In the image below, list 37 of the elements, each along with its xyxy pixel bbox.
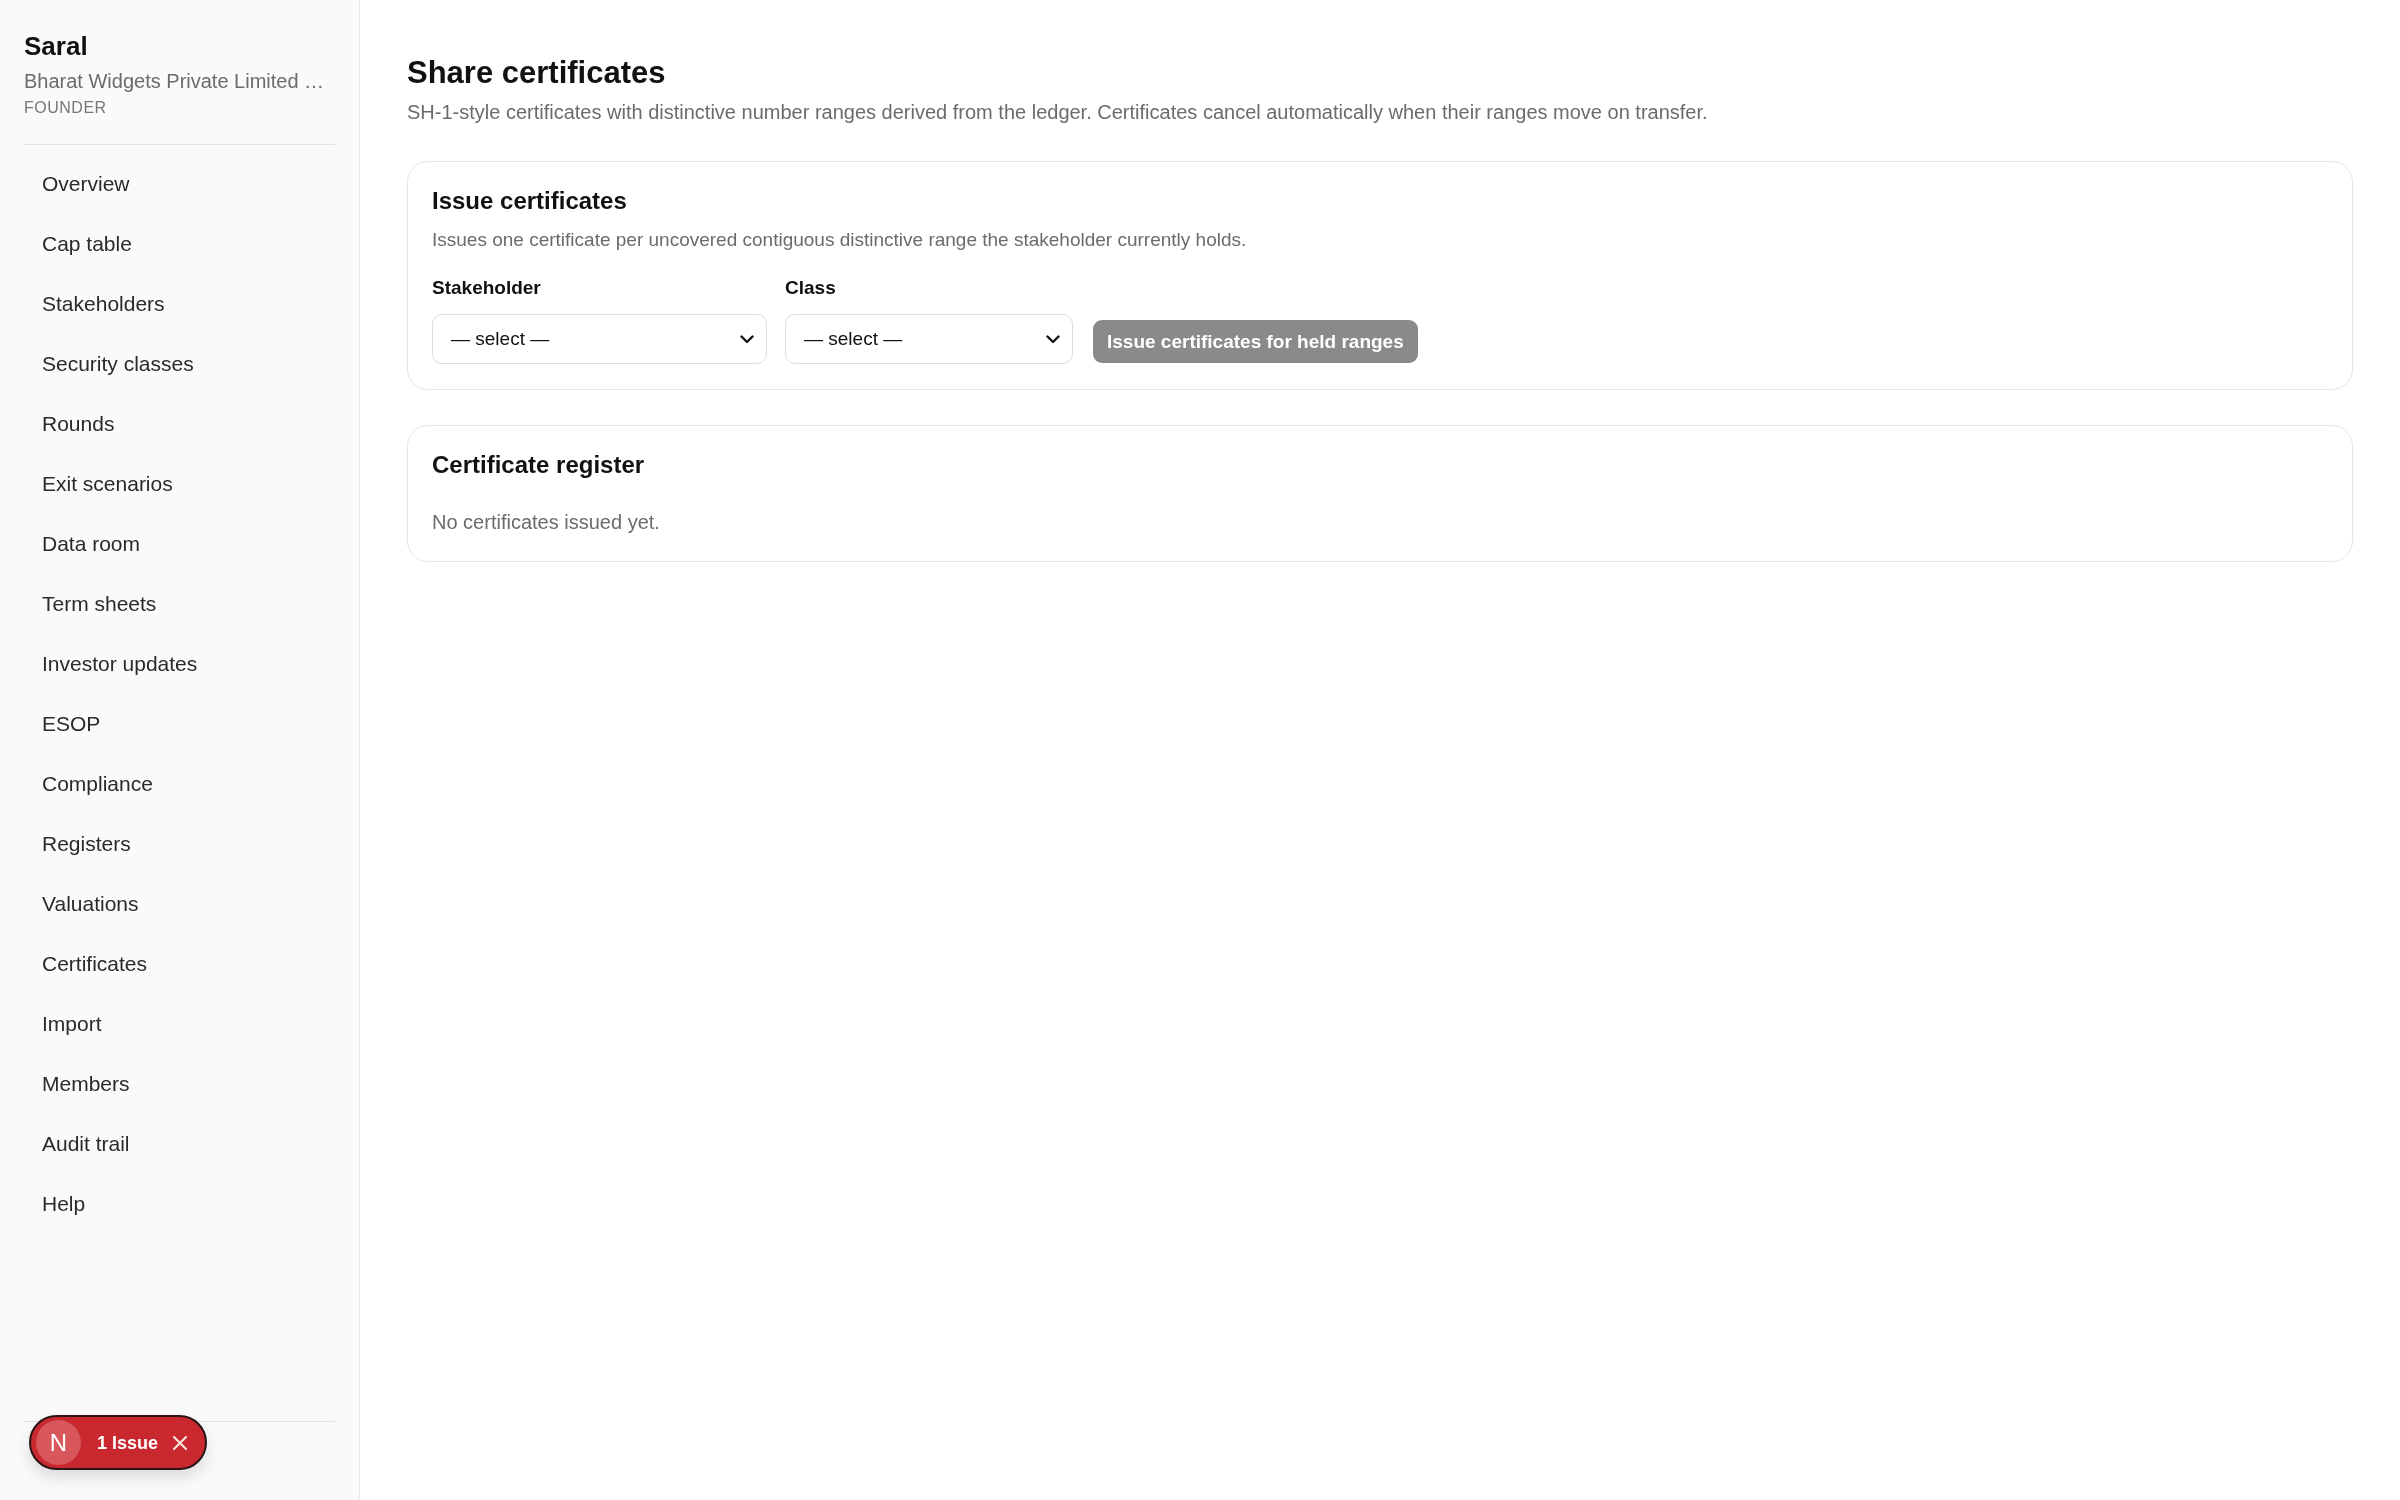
nav-item[interactable]: Exit scenarios: [42, 469, 173, 499]
nav-item[interactable]: ESOP: [42, 709, 101, 739]
nav-item[interactable]: Stakeholders: [42, 289, 165, 319]
nav-item[interactable]: Compliance: [42, 769, 153, 799]
app-name: Saral: [24, 30, 88, 62]
chevron-icon: [740, 334, 754, 344]
select-dropdown[interactable]: — select —: [432, 314, 767, 364]
page-subtitle: SH-1-style certificates with distinctive number ranges derived from the ledger. Certificates cancel automatically when their ranges move on transfer.: [407, 100, 1709, 125]
nav-item[interactable]: Registers: [42, 829, 131, 859]
close-button[interactable]: [173, 1435, 188, 1450]
user-role: FOUNDER: [24, 98, 107, 118]
nav-item[interactable]: Help: [42, 1189, 86, 1219]
page-title: Share certificates: [407, 54, 667, 92]
nav-item[interactable]: Members: [42, 1069, 130, 1099]
empty-message: No certificates issued yet.: [432, 510, 660, 535]
card-title: Certificate register: [432, 450, 645, 480]
nav-item[interactable]: Cap table: [42, 229, 132, 259]
select-dropdown[interactable]: — select —: [785, 314, 1073, 364]
field-label: Class: [785, 276, 836, 300]
chevron-icon: [1046, 334, 1060, 344]
field-label: Stakeholder: [432, 276, 541, 300]
logo-mark: N: [36, 1420, 81, 1465]
nav-item[interactable]: Import: [42, 1009, 102, 1039]
nav-item[interactable]: Certificates: [42, 949, 148, 979]
nav-item[interactable]: Overview: [42, 169, 130, 199]
issues-button[interactable]: 1 Issue: [97, 1431, 159, 1454]
nav-item[interactable]: Security classes: [42, 349, 194, 379]
card-description: Issues one certificate per uncovered contiguous distinctive range the stakeholder currently holds.: [432, 228, 1247, 252]
company-name: Bharat Widgets Private Limited …: [24, 69, 325, 94]
nav-item[interactable]: Investor updates: [42, 649, 198, 679]
nav-item[interactable]: Valuations: [42, 889, 139, 919]
nav-item[interactable]: Audit trail: [42, 1129, 130, 1159]
close-icon: [173, 1435, 188, 1450]
nav-item[interactable]: Data room: [42, 529, 141, 559]
nav-item[interactable]: Rounds: [42, 409, 115, 439]
nav-item[interactable]: Term sheets: [42, 589, 157, 619]
card-title: Issue certificates: [432, 186, 627, 216]
